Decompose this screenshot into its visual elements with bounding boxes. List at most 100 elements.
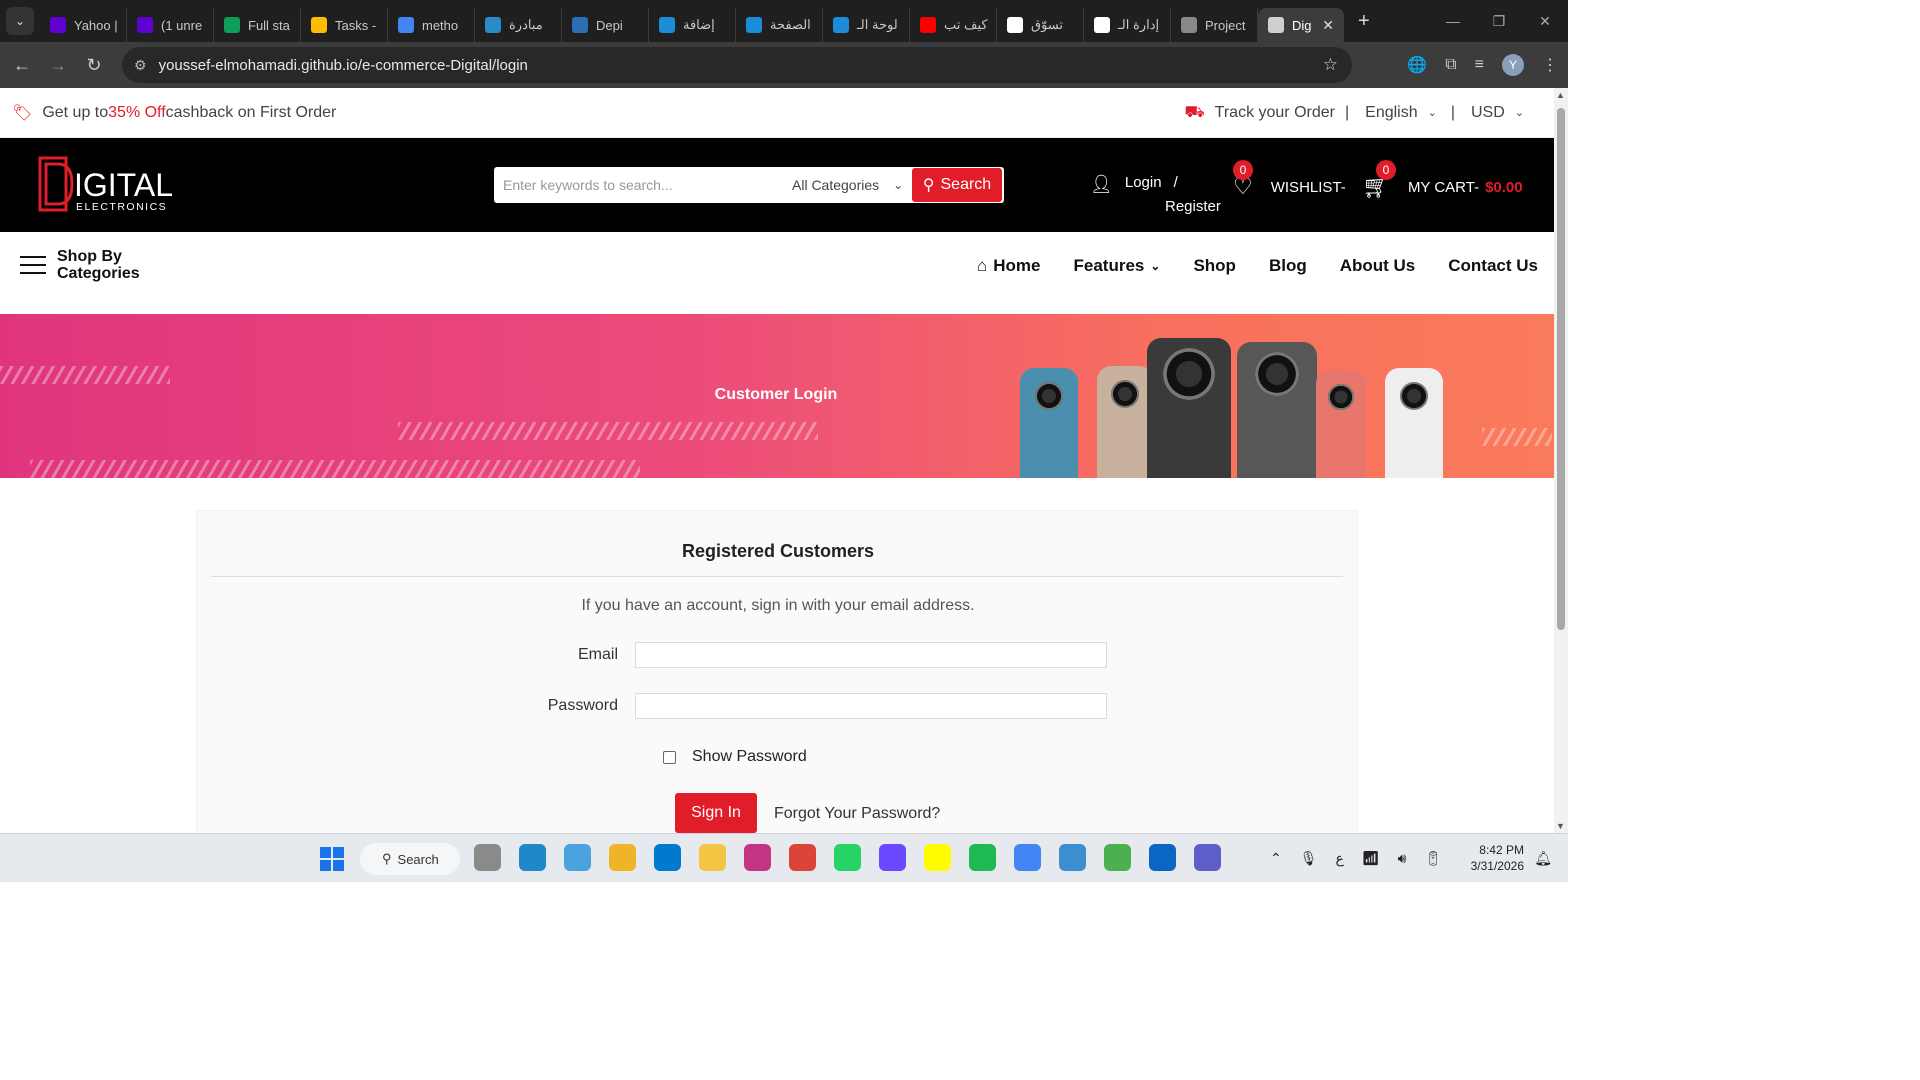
forgot-password-link[interactable]: Forgot Your Password? bbox=[774, 805, 940, 823]
edge-icon[interactable] bbox=[519, 844, 546, 871]
nav-shop[interactable]: Shop bbox=[1193, 256, 1236, 276]
nav-home[interactable]: ⌂ Home bbox=[977, 256, 1041, 276]
photos-icon[interactable] bbox=[1059, 844, 1086, 871]
browser-tab[interactable]: الصفحة bbox=[736, 8, 823, 42]
chrome-profile-icon[interactable] bbox=[1014, 844, 1041, 871]
nav-features[interactable]: Features ⌄ bbox=[1074, 256, 1161, 276]
folder-icon[interactable] bbox=[699, 844, 726, 871]
close-tab-icon[interactable]: ✕ bbox=[1322, 17, 1334, 34]
whatsapp-icon[interactable] bbox=[834, 844, 861, 871]
page-scrollbar[interactable]: ▲ ▼ bbox=[1554, 88, 1568, 833]
category-select[interactable]: All Categories ⌄ bbox=[792, 177, 912, 193]
show-password-toggle[interactable]: Show Password bbox=[663, 748, 807, 766]
chevron-down-icon[interactable]: ⌄ bbox=[1428, 106, 1437, 119]
email-field[interactable] bbox=[635, 642, 1107, 668]
banner-decoration bbox=[398, 422, 818, 440]
scrollbar-thumb[interactable] bbox=[1557, 108, 1565, 630]
sign-in-button[interactable]: Sign In bbox=[675, 793, 757, 833]
keyboard-layout-icon[interactable]: ع bbox=[1336, 850, 1344, 867]
wishlist-link[interactable]: ♡ 0 WISHLIST- bbox=[1233, 160, 1346, 200]
menu-hamburger-icon[interactable] bbox=[20, 256, 46, 280]
back-icon[interactable]: ← bbox=[4, 55, 40, 76]
browser-tab[interactable]: Tasks - bbox=[301, 8, 388, 42]
task-view-icon[interactable] bbox=[474, 844, 501, 871]
nav-blog[interactable]: Blog bbox=[1269, 256, 1307, 276]
nav-about[interactable]: About Us bbox=[1340, 256, 1416, 276]
wifi-icon[interactable]: 📶︎ bbox=[1362, 850, 1380, 867]
translate-icon[interactable]: 🌐 bbox=[1407, 55, 1427, 75]
browser-tab[interactable]: Depi bbox=[562, 8, 649, 42]
spotify-icon[interactable] bbox=[969, 844, 996, 871]
browser-tab[interactable]: مبادرة bbox=[475, 8, 562, 42]
maps-icon[interactable] bbox=[1104, 844, 1131, 871]
minimize-icon[interactable]: — bbox=[1430, 13, 1476, 29]
cart-icon: 🛒︎ 0 bbox=[1362, 160, 1396, 200]
register-link[interactable]: Register bbox=[1165, 198, 1221, 215]
teams-icon[interactable] bbox=[1194, 844, 1221, 871]
close-window-icon[interactable]: ✕ bbox=[1522, 13, 1568, 30]
browser-tab[interactable]: لوحة الـ bbox=[823, 8, 910, 42]
visual-studio-icon[interactable] bbox=[879, 844, 906, 871]
browser-tab[interactable]: metho bbox=[388, 8, 475, 42]
notification-bell-icon[interactable]: 🔔︎ bbox=[1534, 850, 1552, 867]
search-button[interactable]: ⚲ Search bbox=[912, 168, 1002, 202]
show-password-checkbox[interactable] bbox=[663, 750, 676, 764]
media-controls-icon[interactable]: ≡ bbox=[1475, 56, 1484, 74]
language-select[interactable]: English bbox=[1365, 104, 1417, 122]
scroll-down-icon[interactable]: ▼ bbox=[1556, 821, 1565, 831]
menu-kebab-icon[interactable]: ⋮ bbox=[1542, 55, 1558, 75]
browser-tab[interactable]: (1 unre bbox=[127, 8, 214, 42]
volume-icon[interactable]: 🔊︎ bbox=[1398, 850, 1407, 867]
nav-contact[interactable]: Contact Us bbox=[1448, 256, 1538, 276]
vscode-icon[interactable] bbox=[654, 844, 681, 871]
browser-tab-active[interactable]: Dig ✕ bbox=[1258, 8, 1344, 42]
password-field[interactable] bbox=[635, 693, 1107, 719]
linkedin-icon[interactable] bbox=[1149, 844, 1176, 871]
track-order-link[interactable]: Track your Order bbox=[1215, 104, 1335, 122]
clock-date: 3/31/2026 bbox=[1470, 859, 1524, 873]
instagram-icon[interactable] bbox=[744, 844, 771, 871]
office-icon[interactable] bbox=[564, 844, 591, 871]
currency-select[interactable]: USD bbox=[1471, 104, 1505, 122]
tab-title: Yahoo | bbox=[74, 17, 118, 33]
start-button[interactable] bbox=[320, 847, 344, 871]
main-nav: ⌂ Home Features ⌄ Shop Blog About Us Conta… bbox=[977, 256, 1538, 276]
browser-tab[interactable]: Project bbox=[1171, 8, 1258, 42]
chevron-down-icon[interactable]: ⌄ bbox=[1515, 106, 1524, 119]
browser-tab[interactable]: إدارة الـ bbox=[1084, 8, 1171, 42]
browser-tab[interactable]: Yahoo | bbox=[40, 8, 127, 42]
url-omnibox[interactable]: ⚙ youssef-elmohamadi.github.io/e-commerc… bbox=[122, 47, 1352, 83]
extensions-icon[interactable]: ⧉ bbox=[1445, 56, 1456, 74]
tab-search-button[interactable]: ⌄ bbox=[6, 7, 34, 35]
maximize-icon[interactable]: ❐ bbox=[1476, 13, 1522, 30]
scroll-up-icon[interactable]: ▲ bbox=[1556, 90, 1565, 100]
cart-link[interactable]: 🛒︎ 0 MY CART- $0.00 bbox=[1362, 160, 1523, 200]
site-info-icon[interactable]: ⚙ bbox=[134, 57, 147, 74]
shop-by-categories[interactable]: Shop By Categories bbox=[57, 248, 157, 282]
clock-time: 8:42 PM bbox=[1479, 843, 1524, 857]
taskbar-search[interactable]: ⚲ Search bbox=[360, 843, 460, 875]
login-link[interactable]: 👤︎ Login / bbox=[1090, 174, 1178, 195]
chevron-down-icon: ⌄ bbox=[893, 178, 904, 192]
new-tab-button[interactable]: + bbox=[1358, 10, 1370, 33]
reload-icon[interactable]: ↻ bbox=[76, 55, 112, 76]
logo-main-text: IGITAL bbox=[74, 167, 173, 203]
browser-tab[interactable]: Full sta bbox=[214, 8, 301, 42]
profile-avatar[interactable]: Y bbox=[1502, 54, 1524, 76]
search-input[interactable]: Enter keywords to search... bbox=[494, 177, 792, 193]
chrome-icon[interactable] bbox=[789, 844, 816, 871]
site-logo[interactable]: IGITAL ELECTRONICS bbox=[38, 156, 198, 214]
taskbar-clock[interactable]: 8:42 PM 3/31/2026 bbox=[1471, 842, 1524, 874]
chevron-up-icon[interactable]: ⌃ bbox=[1270, 850, 1282, 867]
mic-muted-icon[interactable]: 🎙︎ bbox=[1300, 850, 1318, 867]
browser-tab[interactable]: إضافة bbox=[649, 8, 736, 42]
snapchat-icon[interactable] bbox=[924, 844, 951, 871]
forward-icon[interactable]: → bbox=[40, 55, 76, 76]
browser-tab[interactable]: تسوّق bbox=[997, 8, 1084, 42]
store-icon[interactable] bbox=[609, 844, 636, 871]
browser-tab[interactable]: كيف تب bbox=[910, 8, 997, 42]
battery-icon[interactable]: 🔋︎ bbox=[1424, 850, 1442, 867]
password-row: Password bbox=[197, 693, 1107, 719]
bookmark-star-icon[interactable]: ☆ bbox=[1323, 55, 1338, 75]
login-label[interactable]: Login bbox=[1125, 174, 1162, 195]
